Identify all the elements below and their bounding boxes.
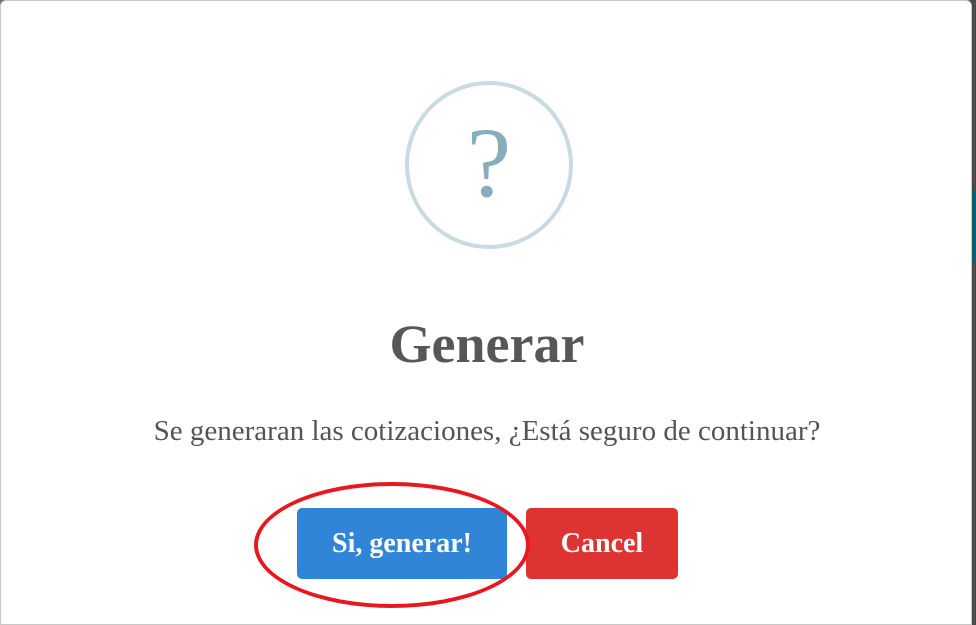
question-mark-icon: ? [405, 81, 573, 249]
confirm-generate-button[interactable]: Si, generar! [297, 508, 507, 579]
question-mark-glyph: ? [466, 107, 512, 218]
confirmation-dialog: ? Generar Se generaran las cotizaciones,… [0, 0, 972, 625]
dialog-message: Se generaran las cotizaciones, ¿Está seg… [153, 415, 821, 447]
background-accent [972, 190, 976, 262]
cancel-button[interactable]: Cancel [526, 508, 678, 579]
dialog-title: Generar [389, 314, 585, 374]
